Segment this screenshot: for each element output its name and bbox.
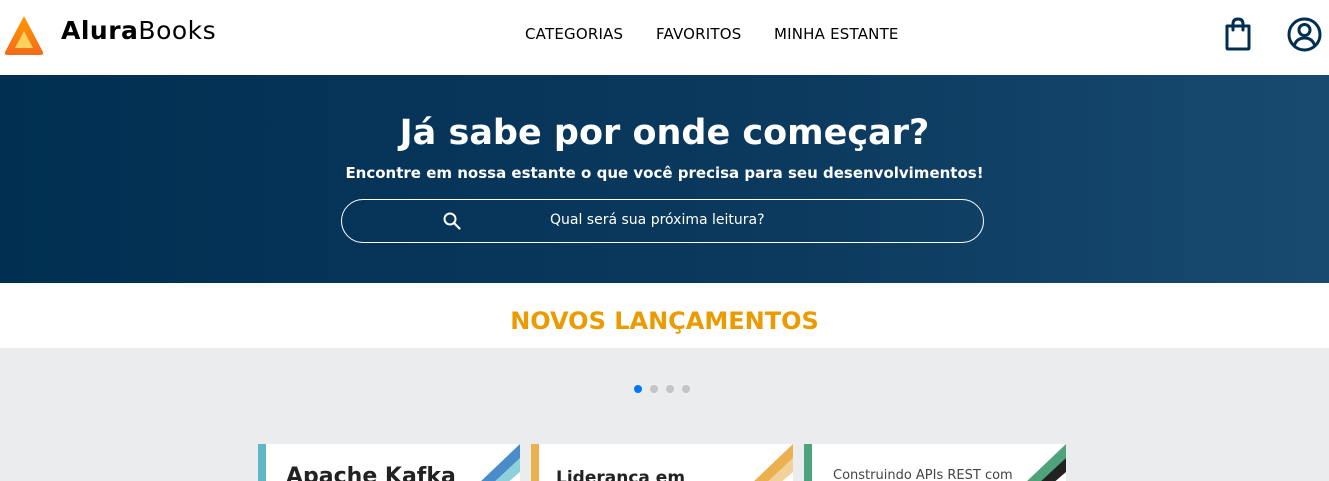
book-stripe bbox=[804, 444, 812, 481]
shopping-bag-icon[interactable] bbox=[1223, 17, 1253, 51]
brand-light: Books bbox=[138, 16, 217, 45]
book-carousel: Apache Kafka Liderança em Construindo AP… bbox=[0, 348, 1329, 481]
book-title: Construindo APIs REST com bbox=[833, 468, 1013, 481]
book-stripe bbox=[531, 444, 539, 481]
book-title: Liderança em bbox=[556, 468, 686, 481]
nav-favoritos[interactable]: FAVORITOS bbox=[656, 25, 742, 43]
search-input[interactable] bbox=[472, 209, 972, 233]
nav-categorias[interactable]: CATEGORIAS bbox=[525, 25, 623, 43]
book-card[interactable]: Liderança em bbox=[531, 444, 793, 481]
book-card[interactable]: Construindo APIs REST com bbox=[804, 444, 1066, 481]
carousel-dot-1[interactable] bbox=[634, 385, 642, 393]
user-account-icon[interactable] bbox=[1287, 17, 1322, 52]
logo-icon[interactable] bbox=[4, 14, 44, 56]
book-stripe bbox=[258, 444, 266, 481]
carousel-dot-2[interactable] bbox=[650, 385, 658, 393]
book-corner-decoration bbox=[754, 444, 793, 481]
hero-banner: Já sabe por onde começar? Encontre em no… bbox=[0, 75, 1329, 283]
hero-subtitle: Encontre em nossa estante o que você pre… bbox=[345, 164, 984, 182]
brand-bold: Alura bbox=[61, 16, 139, 45]
book-title: Apache Kafka bbox=[286, 464, 456, 481]
hero-title: Já sabe por onde começar? bbox=[399, 113, 930, 153]
book-corner-decoration bbox=[481, 444, 520, 481]
search-icon[interactable] bbox=[442, 211, 462, 231]
carousel-dot-3[interactable] bbox=[666, 385, 674, 393]
book-corner-decoration bbox=[1027, 444, 1066, 481]
book-card[interactable]: Apache Kafka bbox=[258, 444, 520, 481]
section-title-novos-lancamentos: NOVOS LANÇAMENTOS bbox=[510, 307, 819, 335]
brand-name[interactable]: AluraBooks bbox=[61, 16, 216, 45]
nav-minha-estante[interactable]: MINHA ESTANTE bbox=[774, 25, 899, 43]
top-header: AluraBooks CATEGORIAS FAVORITOS MINHA ES… bbox=[0, 0, 1329, 75]
carousel-dot-4[interactable] bbox=[682, 385, 690, 393]
search-box[interactable]: Qual será sua próxima leitura? bbox=[341, 199, 984, 243]
